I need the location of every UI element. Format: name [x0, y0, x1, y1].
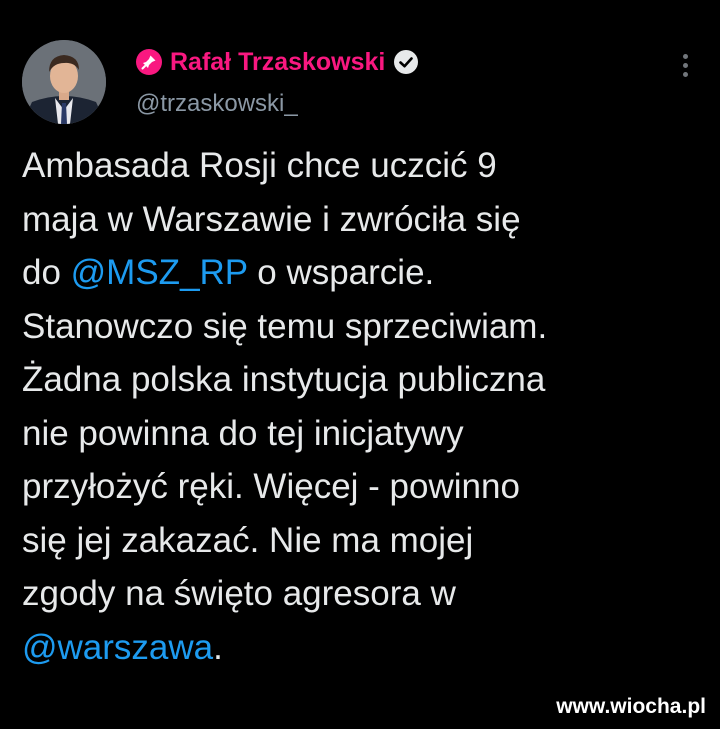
mention-link-msz[interactable]: @MSZ_RP	[71, 253, 248, 292]
tweet-line: Ambasada Rosji chce uczcić 9	[22, 146, 497, 185]
avatar[interactable]	[22, 40, 106, 124]
verified-badge-icon	[393, 49, 419, 75]
author-row: Rafał Trzaskowski	[136, 44, 419, 80]
mention-link-warszawa[interactable]: @warszawa	[22, 628, 213, 667]
tweet-line-text: do	[22, 253, 71, 292]
tweet-line-text: .	[213, 627, 223, 667]
tweet-line: zgody na święto agresora w	[22, 574, 456, 613]
tweet-text: Ambasada Rosji chce uczcić 9 maja w Wars…	[22, 139, 702, 674]
tweet-line: przyłożyć ręki. Więcej - powinno	[22, 467, 520, 506]
tweet-line: maja w Warszawie i zwróciła się	[22, 199, 521, 239]
tweet-line: się jej zakazać. Nie ma mojej	[22, 520, 474, 560]
tweet-line: do @MSZ_RP o wsparcie.	[22, 246, 702, 300]
tweet-line: Stanowczo się temu sprzeciwiam.	[22, 306, 548, 346]
more-icon[interactable]	[672, 48, 698, 82]
author-name[interactable]: Rafał Trzaskowski	[170, 48, 385, 77]
tweet-line: nie powinna do tej inicjatywy	[22, 413, 464, 453]
tweet-line-text: o wsparcie.	[247, 253, 435, 292]
avatar-photo	[22, 40, 106, 124]
pin-icon	[136, 49, 162, 75]
author-handle[interactable]: @trzaskowski_	[136, 90, 298, 118]
tweet: Rafał Trzaskowski @trzaskowski_ Ambasada…	[0, 0, 720, 729]
tweet-line: Żadna polska instytucja publiczna	[22, 360, 546, 399]
watermark: www.wiocha.pl	[556, 695, 706, 718]
tweet-line: @warszawa.	[22, 621, 702, 675]
